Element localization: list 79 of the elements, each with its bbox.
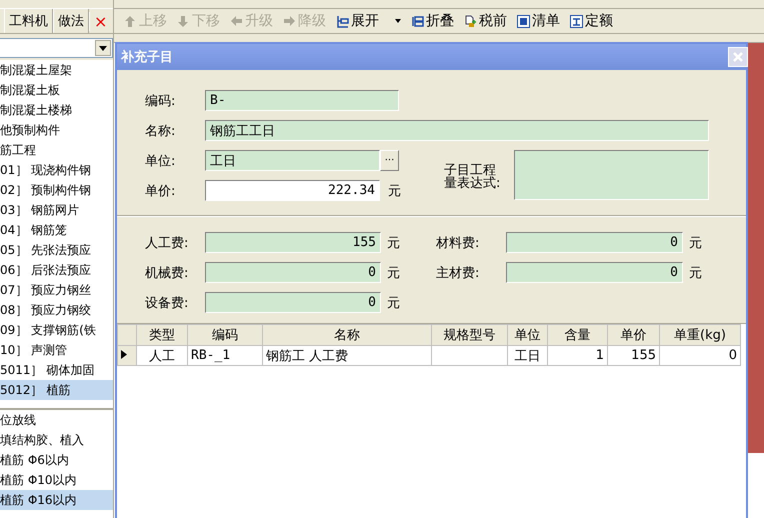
dialog-title: 补充子目: [121, 48, 173, 66]
toolbar-button[interactable]: 税前: [464, 12, 507, 30]
input-field[interactable]: 222.34: [205, 180, 380, 201]
tree-item[interactable]: 制混凝土板: [0, 80, 113, 100]
expand-icon: [336, 14, 349, 28]
field-label: 设备费:: [145, 294, 190, 312]
tree-item[interactable]: 制混凝土楼梯: [0, 100, 113, 120]
tree-item[interactable]: 填结构胶、植入: [0, 430, 113, 450]
left-icon: [230, 14, 243, 28]
column-header[interactable]: 单位: [508, 324, 548, 346]
field-label: 单位:: [145, 152, 176, 170]
table-cell: 钢筋工 人工费: [262, 346, 432, 366]
tree-item[interactable]: 5012］ 植筋: [0, 380, 113, 400]
tree-item[interactable]: 03］ 钢筋网片: [0, 200, 113, 220]
unit-label: 元: [386, 294, 401, 312]
column-header[interactable]: 编码: [188, 324, 262, 346]
tree-item[interactable]: 02］ 预制构件钢: [0, 180, 113, 200]
unit-label: 元: [688, 234, 703, 252]
tree-item[interactable]: 植筋 Φ16以内: [0, 490, 113, 510]
column-header[interactable]: 含量: [548, 324, 608, 346]
input-field[interactable]: 0: [506, 262, 683, 283]
unit-label: 元: [386, 234, 401, 252]
tree-item[interactable]: 07］ 预应力钢丝: [0, 280, 113, 300]
field-label: 主材费:: [436, 264, 480, 282]
toolbar-button[interactable]: 清单: [517, 12, 560, 30]
table-cell: 人工: [136, 346, 188, 366]
up-icon: [124, 14, 137, 28]
tree-item[interactable]: 5011］ 砌体加固: [0, 360, 113, 380]
tree-item[interactable]: 06］ 后张法预应: [0, 260, 113, 280]
input-field[interactable]: 155: [205, 232, 381, 253]
table-cell: 工日: [508, 346, 548, 366]
input-field[interactable]: 0: [506, 232, 683, 253]
column-header[interactable]: 单价: [608, 324, 660, 346]
browse-button[interactable]: ···: [380, 150, 399, 171]
column-header[interactable]: 规格型号: [432, 324, 508, 346]
input-field[interactable]: 工日: [205, 150, 380, 171]
field-label: 编码:: [145, 92, 176, 110]
input-field[interactable]: 0: [205, 292, 381, 313]
input-field[interactable]: [514, 150, 709, 200]
table-cell: 0: [660, 346, 740, 366]
input-field[interactable]: B-: [205, 90, 399, 111]
table-cell: 1: [548, 346, 608, 366]
input-field[interactable]: 0: [205, 262, 381, 283]
field-label: 子目工程量表达式:: [444, 162, 502, 193]
column-header[interactable]: 名称: [262, 324, 432, 346]
tree-item[interactable]: 08］ 预应力钢绞: [0, 300, 113, 320]
column-header[interactable]: 类型: [136, 324, 188, 346]
tree-item[interactable]: 位放线: [0, 410, 113, 430]
tree-item[interactable]: 10］ 声测管: [0, 340, 113, 360]
tree-item[interactable]: 04］ 钢筋笼: [0, 220, 113, 240]
toolbar-button[interactable]: 定额: [570, 12, 613, 30]
field-label: 机械费:: [145, 264, 190, 282]
field-label: 名称:: [145, 122, 176, 140]
unit-label: 元: [388, 182, 401, 200]
table-cell: 155: [608, 346, 660, 366]
toolbar-button[interactable]: 展开: [336, 12, 379, 30]
tree-item[interactable]: 植筋 Φ10以内: [0, 470, 113, 490]
close-icon: [733, 52, 743, 62]
toolbar-button[interactable]: 折叠: [411, 12, 454, 30]
collapse-icon: [411, 14, 424, 28]
tree-item[interactable]: 09］ 支撑钢筋(铁: [0, 320, 113, 340]
unit-label: 元: [386, 264, 401, 282]
tree-item[interactable]: 05］ 先张法预应: [0, 240, 113, 260]
unit-label: 元: [688, 264, 703, 282]
field-label: 材料费:: [436, 234, 480, 252]
panel-tab[interactable]: 做法: [53, 9, 89, 33]
right-icon: [283, 14, 296, 28]
column-header[interactable]: 单重(kg): [660, 324, 740, 346]
input-field[interactable]: 钢筋工工日: [205, 120, 709, 141]
tree-item[interactable]: 筋工程: [0, 140, 113, 160]
tree-item[interactable]: 他预制构件: [0, 120, 113, 140]
tree-item[interactable]: 01］ 现浇构件钢: [0, 160, 113, 180]
table-cell: RB-_1: [188, 346, 262, 366]
down-icon: [177, 14, 190, 28]
field-label: 人工费:: [145, 234, 190, 252]
tree-item[interactable]: 植筋 Φ6以内: [0, 450, 113, 470]
tree-item[interactable]: 制混凝土屋架: [0, 60, 113, 80]
panel-tab[interactable]: 工料机: [4, 9, 53, 33]
field-label: 单价:: [145, 182, 176, 200]
